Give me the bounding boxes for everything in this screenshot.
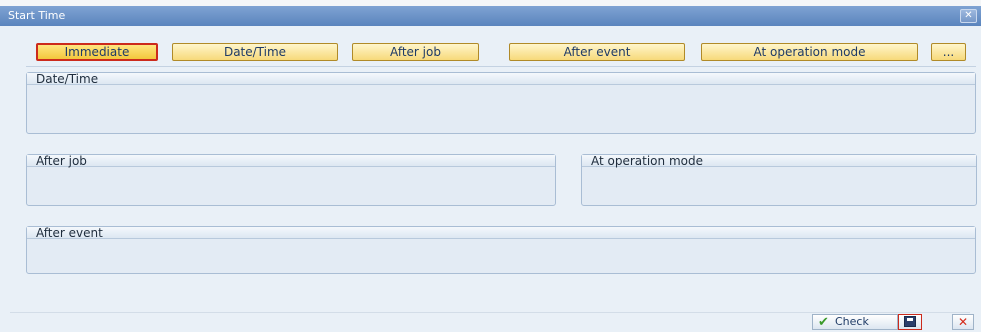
after-job-group-title: After job bbox=[27, 155, 555, 167]
footer-separator bbox=[10, 312, 970, 313]
after-event-button[interactable]: After event bbox=[509, 43, 685, 61]
close-icon: ✕ bbox=[964, 10, 973, 21]
save-icon bbox=[904, 316, 916, 327]
after-event-group: After event bbox=[26, 226, 976, 274]
at-operation-mode-group: At operation mode bbox=[581, 154, 977, 206]
close-button[interactable]: ✕ bbox=[960, 9, 977, 23]
after-job-button[interactable]: After job bbox=[352, 43, 479, 61]
dialog-title: Start Time bbox=[8, 9, 66, 22]
at-operation-mode-group-title: At operation mode bbox=[582, 155, 976, 167]
datetime-group: Date/Time bbox=[26, 72, 976, 134]
datetime-group-title: Date/Time bbox=[27, 73, 975, 85]
dialog-footer: ✔ Check ✕ bbox=[0, 312, 981, 332]
dialog-title-bar: Start Time ✕ bbox=[0, 6, 981, 26]
at-operation-mode-button[interactable]: At operation mode bbox=[701, 43, 918, 61]
check-button-label: Check bbox=[835, 315, 869, 328]
immediate-button[interactable]: Immediate bbox=[36, 43, 158, 61]
check-icon: ✔ bbox=[818, 315, 829, 330]
after-job-group: After job bbox=[26, 154, 556, 206]
more-options-button[interactable]: ... bbox=[931, 43, 966, 61]
check-button[interactable]: ✔ Check bbox=[812, 314, 898, 330]
datetime-button[interactable]: Date/Time bbox=[172, 43, 338, 61]
cancel-icon: ✕ bbox=[957, 315, 969, 329]
dialog-body: Immediate Date/Time After job After even… bbox=[0, 26, 981, 332]
toolbar-divider bbox=[26, 66, 976, 67]
save-button[interactable] bbox=[898, 314, 922, 330]
after-event-group-title: After event bbox=[27, 227, 975, 239]
cancel-button[interactable]: ✕ bbox=[952, 314, 974, 330]
